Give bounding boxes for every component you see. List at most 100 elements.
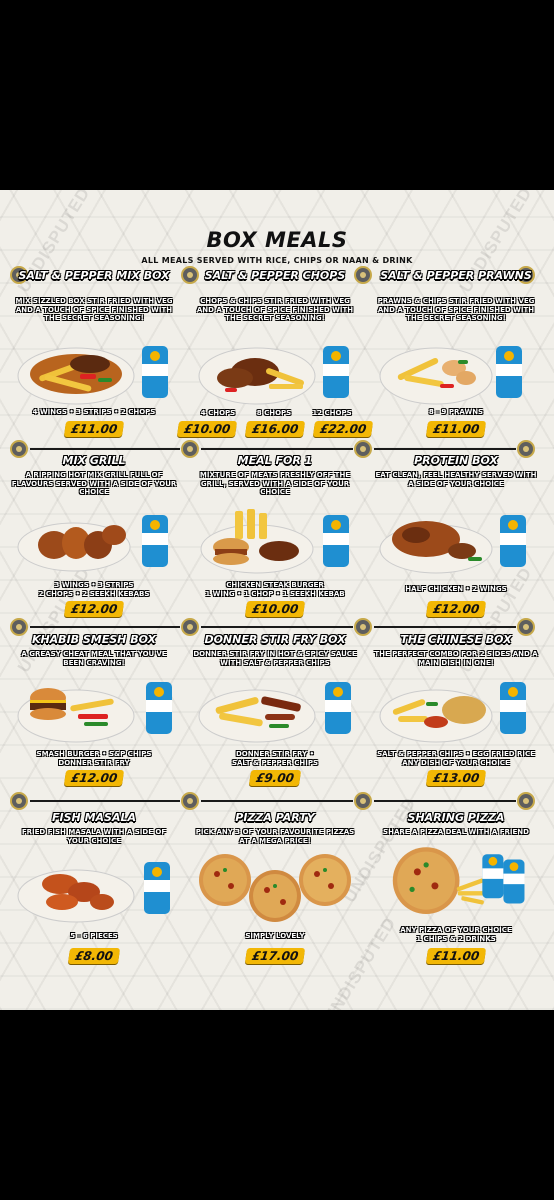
food-photo-meal-for-1 — [200, 509, 349, 574]
price-tag: £12.00 — [63, 770, 125, 786]
item-name: SALT & PEPPER PRAWNS — [380, 269, 532, 282]
price-tag: £11.00 — [63, 421, 125, 437]
divider — [30, 448, 180, 450]
food-photo-fish-masala — [17, 862, 170, 923]
item-description: THE PERFECT COMBO FOR 2 SIDES AND A MAIN… — [374, 650, 538, 667]
food-photo-mix-grill — [17, 515, 168, 572]
food-photo-chops — [198, 346, 349, 405]
rubicon-can-icon — [503, 859, 525, 904]
rubicon-can-icon — [496, 346, 522, 398]
item-portions: HALF CHICKEN • 2 WINGS — [405, 585, 507, 593]
item-options: 4 CHOPS 8 CHOPS 12 CHOPS — [187, 409, 363, 417]
price-tag: £11.00 — [425, 948, 487, 964]
rubicon-can-icon — [323, 515, 349, 567]
item-portions: CHICKEN STEAK BURGER 1 WING • 1 CHOP • 1… — [205, 581, 345, 598]
item-description: FRIED FISH MASALA WITH A SIDE OF YOUR CH… — [21, 828, 167, 845]
item-prices: £10.00 £16.00 £22.00 — [176, 421, 374, 437]
item-portions: 4 WINGS • 3 STRIPS • 2 CHOPS — [32, 408, 156, 416]
item-description: CHOPS & CHIPS STIR FRIED WITH VEG AND A … — [196, 297, 354, 322]
menu-item-card[interactable]: THE CHINESE BOX THE PERFECT COMBO FOR 2 … — [368, 634, 544, 808]
rubicon-can-icon — [146, 682, 172, 734]
menu-item-card[interactable]: PROTEIN BOX EAT CLEAN, FEEL HEALTHY SERV… — [368, 455, 544, 629]
rubicon-can-icon — [142, 346, 168, 398]
price-tag: £22.00 — [313, 421, 374, 437]
item-description: SHARE A PIZZA DEAL WITH A FRIEND — [383, 828, 529, 836]
item-description: MIXTURE OF MEATS FRESHLY OFF THE GRILL, … — [199, 471, 351, 496]
menu-item-card[interactable]: PIZZA PARTY PICK ANY 3 OF YOUR FAVOURITE… — [187, 812, 363, 986]
item-description: MIX SIZZLED BOX STIR FRIED WITH VEG AND … — [15, 297, 173, 322]
item-prices: £12.00 — [6, 601, 182, 617]
menu-item-card[interactable]: MIX GRILL A RIPPING HOT MIX GRILL FULL O… — [6, 455, 182, 629]
option-label: 8 CHOPS — [256, 409, 292, 417]
price-tag: £11.00 — [425, 421, 487, 437]
item-name: SHARING PIZZA — [407, 811, 505, 824]
divider — [374, 448, 516, 450]
food-photo-chinese-box — [379, 682, 526, 743]
item-prices: £11.00 — [368, 421, 544, 437]
rubicon-can-icon — [482, 854, 504, 899]
divider — [201, 448, 353, 450]
page-title: BOX MEALS — [206, 228, 348, 252]
item-name: PROTEIN BOX — [414, 454, 498, 467]
food-photo-protein-box — [379, 515, 526, 574]
item-name: SALT & PEPPER MIX BOX — [18, 269, 170, 282]
rubicon-can-icon — [500, 682, 526, 734]
menu-item-card[interactable]: DONNER STIR FRY BOX DONNER STIR FRY IN H… — [187, 634, 363, 808]
item-name: MEAL FOR 1 — [237, 454, 313, 467]
food-photo-prawns — [379, 346, 522, 405]
item-portions: SALT & PEPPER CHIPS • EGG FRIED RICE ANY… — [377, 750, 535, 767]
food-photo-sharing-pizza — [392, 847, 525, 914]
item-name: SALT & PEPPER CHOPS — [204, 269, 346, 282]
item-name: MIX GRILL — [62, 454, 126, 467]
item-portions: 8 - 9 PRAWNS — [428, 408, 484, 416]
item-name: THE CHINESE BOX — [400, 633, 512, 646]
menu-item-card[interactable]: SALT & PEPPER CHOPS CHOPS & CHIPS STIR F… — [176, 269, 374, 444]
item-portions: DONNER STIR FRY • SALT & PEPPER CHIPS — [231, 750, 319, 767]
item-name: KHABIB SMESH BOX — [31, 633, 157, 646]
price-tag: £8.00 — [67, 948, 121, 964]
item-prices: £17.00 — [187, 948, 363, 964]
item-name: FISH MASALA — [52, 811, 136, 824]
item-description: A GREASY CHEAT MEAL THAT YOU'VE BEEN CRA… — [21, 650, 167, 667]
menu-item-card[interactable]: SALT & PEPPER PRAWNS PRAWNS & CHIPS STIR… — [368, 270, 544, 444]
food-photo-donner-stir-fry — [198, 682, 351, 743]
item-portions: 5 - 6 PIECES — [70, 932, 118, 940]
rubicon-can-icon — [325, 682, 351, 734]
item-prices: £13.00 — [368, 770, 544, 786]
price-tag: £17.00 — [244, 948, 306, 964]
food-photo-pizza-party — [199, 854, 351, 922]
item-name: DONNER STIR FRY BOX — [204, 633, 346, 646]
menu-item-card[interactable]: SALT & PEPPER MIX BOX MIX SIZZLED BOX ST… — [6, 270, 182, 444]
item-prices: £12.00 — [6, 770, 182, 786]
item-description: EAT CLEAN, FEEL HEALTHY SERVED WITH A SI… — [375, 471, 537, 488]
item-name: PIZZA PARTY — [235, 811, 315, 824]
item-description: PICK ANY 3 OF YOUR FAVOURITE PIZZAS AT A… — [195, 828, 355, 845]
rubicon-can-icon — [144, 862, 170, 914]
price-tag: £12.00 — [425, 601, 487, 617]
menu-item-card[interactable]: KHABIB SMESH BOX A GREASY CHEAT MEAL THA… — [6, 634, 182, 808]
price-tag: £9.00 — [248, 770, 302, 786]
price-tag: £10.00 — [244, 601, 306, 617]
item-portions: SIMPLY LOVELY — [245, 932, 305, 940]
item-portions: 3 WINGS • 3 STRIPS 2 CHOPS • 2 SEEKH KEB… — [38, 581, 150, 598]
menu-item-card[interactable]: FISH MASALA FRIED FISH MASALA WITH A SID… — [6, 812, 182, 986]
option-label: 12 CHOPS — [312, 409, 352, 417]
item-prices: £11.00 — [6, 421, 182, 437]
price-tag: £16.00 — [244, 421, 306, 437]
food-photo-mix-box — [17, 346, 168, 405]
menu-heading: BOX MEALS ALL MEALS SERVED WITH RICE, CH… — [0, 228, 554, 265]
item-prices: £8.00 — [6, 948, 182, 964]
menu-item-card[interactable]: MEAL FOR 1 MIXTURE OF MEATS FRESHLY OFF … — [187, 455, 363, 629]
item-prices: £12.00 — [368, 601, 544, 617]
item-prices: £11.00 — [368, 948, 544, 964]
menu-item-card[interactable]: SHARING PIZZA SHARE A PIZZA DEAL WITH A … — [368, 812, 544, 986]
item-prices: £10.00 — [187, 601, 363, 617]
food-photo-smesh-box — [17, 682, 172, 743]
item-portions: SMASH BURGER • S&P CHIPS DONNER STIR FRY — [36, 750, 152, 767]
item-description: PRAWNS & CHIPS STIR FRIED WITH VEG AND A… — [377, 297, 535, 322]
option-label: 4 CHOPS — [200, 409, 236, 417]
price-tag: £10.00 — [176, 421, 237, 437]
price-tag: £13.00 — [425, 770, 487, 786]
item-prices: £9.00 — [187, 770, 363, 786]
rubicon-can-icon — [142, 515, 168, 567]
